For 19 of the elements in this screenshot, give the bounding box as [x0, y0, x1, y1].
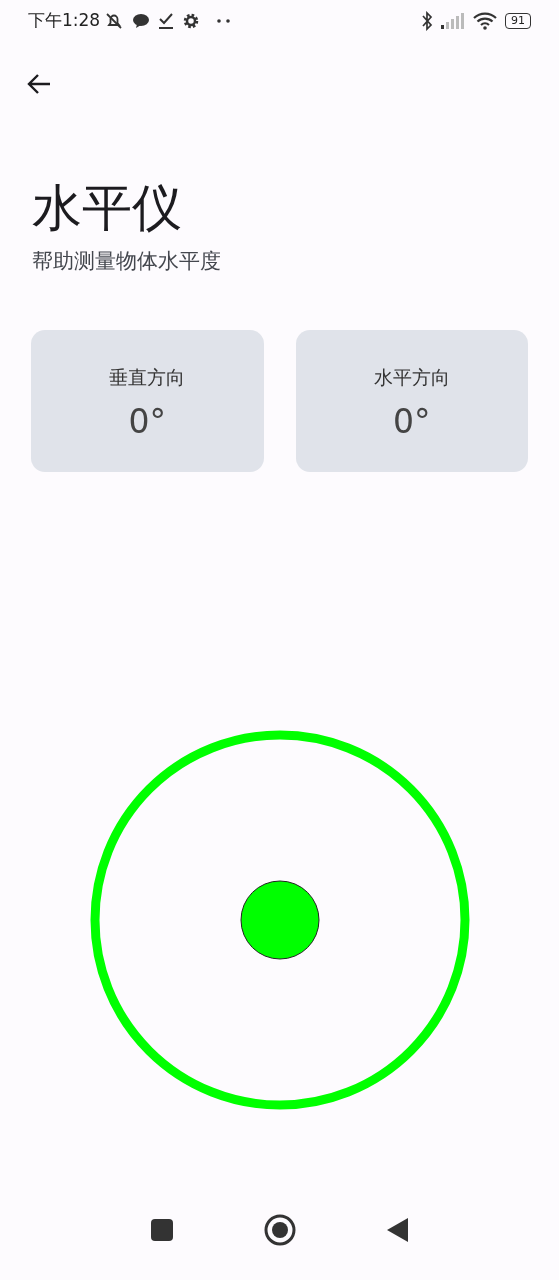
reading-label: 水平方向	[373, 364, 450, 390]
page-subtitle: 帮助测量物体水平度	[32, 248, 222, 275]
back-icon[interactable]	[385, 1216, 410, 1243]
home-icon[interactable]	[263, 1213, 296, 1246]
signal-icon	[441, 13, 465, 29]
reading-value: 0°	[393, 405, 431, 439]
page-title: 水平仪	[32, 178, 183, 238]
wifi-icon	[473, 12, 497, 30]
reading-value: 0°	[128, 405, 166, 439]
settings-icon	[182, 12, 201, 30]
back-arrow-icon[interactable]	[26, 72, 52, 96]
check-icon	[158, 12, 175, 30]
more-icon	[216, 18, 233, 24]
recent-apps-icon[interactable]	[149, 1217, 174, 1242]
chat-icon	[132, 13, 151, 29]
battery-indicator: 91	[505, 13, 531, 29]
bluetooth-icon	[421, 11, 433, 31]
status-time: 下午1:28	[28, 9, 101, 33]
reading-label: 垂直方向	[109, 364, 186, 390]
